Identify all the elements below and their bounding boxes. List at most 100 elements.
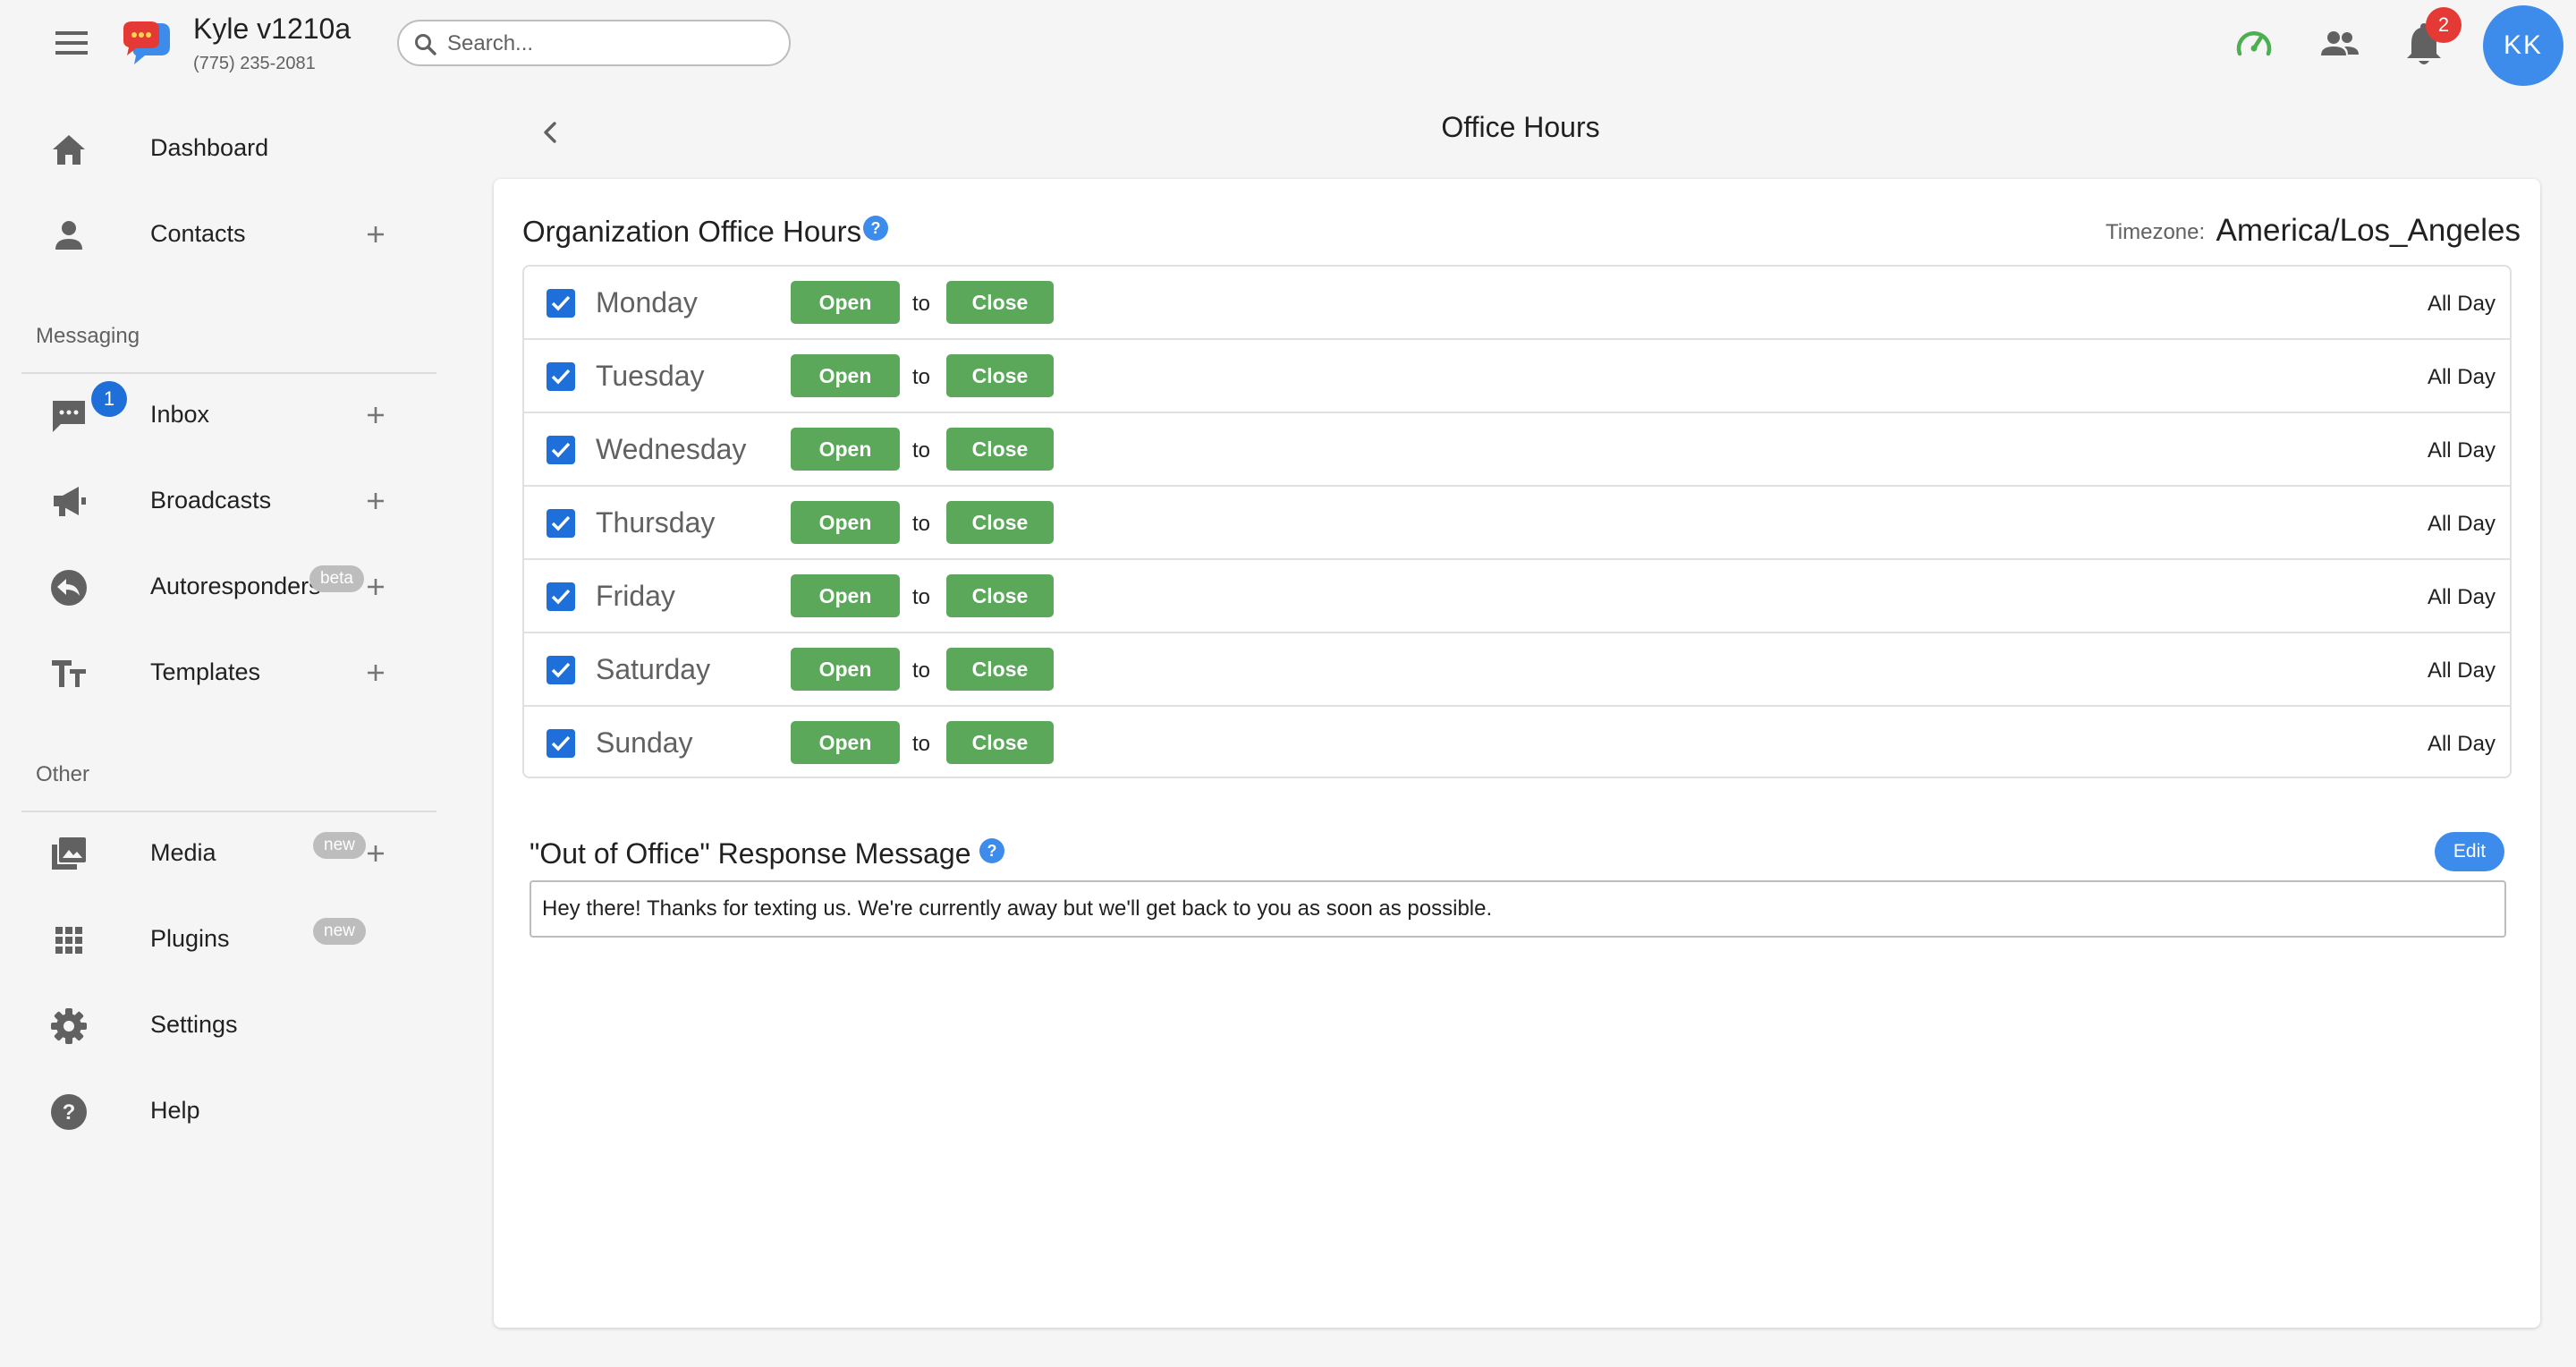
back-chevron-icon[interactable] [530, 111, 572, 154]
open-time-button[interactable]: Open [791, 501, 900, 544]
new-chip: new [313, 918, 366, 945]
out-of-office-message-field[interactable]: Hey there! Thanks for texting us. We're … [530, 880, 2506, 938]
open-time-button[interactable]: Open [791, 721, 900, 764]
sidebar-divider [21, 372, 436, 374]
person-icon [48, 215, 89, 256]
close-time-button[interactable]: Close [946, 354, 1054, 397]
timezone-label: Timezone: [2106, 220, 2206, 244]
top-app-bar: Kyle v1210a (775) 235-2081 Search... 2 K… [0, 0, 2576, 89]
sidebar-item-label: Contacts [150, 220, 246, 247]
text-format-icon [48, 653, 89, 694]
day-status: All Day [2427, 512, 2496, 536]
day-name: Saturday [596, 653, 711, 685]
close-time-button[interactable]: Close [946, 648, 1054, 691]
home-icon [48, 129, 89, 170]
day-checkbox-checked-icon[interactable] [546, 288, 576, 318]
sidebar-item-plugins[interactable]: Plugins new [21, 904, 442, 975]
beta-chip: beta [309, 565, 364, 592]
sidebar-item-help[interactable]: ? Help [21, 1075, 442, 1147]
close-time-button[interactable]: Close [946, 501, 1054, 544]
sidebar-item-label: Inbox [150, 401, 210, 428]
day-checkbox-checked-icon[interactable] [546, 582, 576, 612]
day-name: Friday [596, 580, 675, 612]
office-hours-heading: Organization Office Hours [522, 215, 862, 248]
day-name: Tuesday [596, 360, 705, 392]
out-of-office-help-icon[interactable]: ? [979, 837, 1005, 864]
sidebar-item-inbox[interactable]: 1 Inbox [21, 379, 442, 451]
add-inbox-plus-icon[interactable] [360, 399, 392, 431]
add-contact-plus-icon[interactable] [360, 218, 392, 250]
sidebar-item-label: Broadcasts [150, 487, 272, 514]
day-row-thursday: Thursday Open to Close All Day [524, 487, 2510, 560]
day-row-friday: Friday Open to Close All Day [524, 560, 2510, 633]
sidebar-item-label: Dashboard [150, 134, 269, 161]
sidebar-item-dashboard[interactable]: Dashboard [21, 113, 442, 184]
page-title: Office Hours [1441, 111, 1600, 143]
sidebar-item-media[interactable]: Media new [21, 818, 442, 889]
day-row-tuesday: Tuesday Open to Close All Day [524, 340, 2510, 413]
open-time-button[interactable]: Open [791, 428, 900, 471]
add-template-plus-icon[interactable] [360, 657, 392, 689]
search-input[interactable] [447, 29, 778, 59]
svg-text:?: ? [63, 1100, 76, 1125]
open-time-button[interactable]: Open [791, 574, 900, 617]
sidebar-item-label: Settings [150, 1011, 238, 1038]
edit-message-button[interactable]: Edit [2435, 832, 2504, 871]
search-box[interactable] [397, 20, 791, 66]
sidebar-item-label: Help [150, 1097, 200, 1124]
day-status: All Day [2427, 438, 2496, 463]
to-label: to [912, 732, 931, 756]
to-label: to [912, 585, 931, 609]
open-time-button[interactable]: Open [791, 354, 900, 397]
megaphone-icon [48, 481, 89, 522]
sidebar-item-settings[interactable]: Settings [21, 989, 442, 1061]
new-chip: new [313, 832, 366, 859]
apps-grid-icon [48, 920, 89, 961]
sidebar-item-autoresponders[interactable]: Autoresponders beta [21, 551, 442, 623]
to-label: to [912, 512, 931, 536]
to-label: to [912, 438, 931, 463]
sidebar-item-label: Templates [150, 658, 261, 685]
office-hours-help-icon[interactable]: ? [862, 215, 889, 242]
office-hours-table: Monday Open to Close All Day Tuesday Ope… [522, 265, 2512, 778]
user-avatar[interactable]: KK [2483, 5, 2563, 86]
day-checkbox-checked-icon[interactable] [546, 435, 576, 465]
open-time-button[interactable]: Open [791, 648, 900, 691]
notification-count-badge: 2 [2426, 7, 2462, 43]
close-time-button[interactable]: Close [946, 428, 1054, 471]
sidebar-item-templates[interactable]: Templates [21, 637, 442, 709]
day-name: Sunday [596, 726, 693, 759]
day-status: All Day [2427, 292, 2496, 316]
day-checkbox-checked-icon[interactable] [546, 728, 576, 759]
svg-text:?: ? [871, 219, 881, 237]
speed-gauge-icon[interactable] [2231, 21, 2277, 68]
add-broadcast-plus-icon[interactable] [360, 485, 392, 517]
day-checkbox-checked-icon[interactable] [546, 361, 576, 392]
open-time-button[interactable]: Open [791, 281, 900, 324]
close-time-button[interactable]: Close [946, 574, 1054, 617]
add-media-plus-icon[interactable] [360, 837, 392, 870]
sidebar-item-contacts[interactable]: Contacts [21, 199, 442, 270]
timezone-value[interactable]: America/Los_Angeles [2216, 213, 2521, 249]
sidebar-divider [21, 811, 436, 812]
reply-icon [48, 567, 89, 608]
day-status: All Day [2427, 658, 2496, 683]
photo-library-icon [48, 834, 89, 875]
sidebar-item-label: Plugins [150, 925, 230, 952]
day-checkbox-checked-icon[interactable] [546, 655, 576, 685]
sidebar-item-broadcasts[interactable]: Broadcasts [21, 465, 442, 537]
app-logo [120, 18, 172, 70]
to-label: to [912, 365, 931, 389]
sidebar-item-label: Autoresponders [150, 573, 321, 599]
hamburger-menu-icon[interactable] [50, 23, 93, 63]
team-people-icon[interactable] [2317, 21, 2363, 68]
section-label-other: Other [36, 762, 90, 786]
close-time-button[interactable]: Close [946, 721, 1054, 764]
office-hours-card: Organization Office Hours ? Timezone: Am… [494, 179, 2540, 1328]
day-checkbox-checked-icon[interactable] [546, 508, 576, 539]
organization-name: Kyle v1210a [193, 13, 352, 45]
add-autoresponder-plus-icon[interactable] [360, 571, 392, 603]
close-time-button[interactable]: Close [946, 281, 1054, 324]
search-icon [413, 32, 438, 57]
day-name: Wednesday [596, 433, 747, 465]
